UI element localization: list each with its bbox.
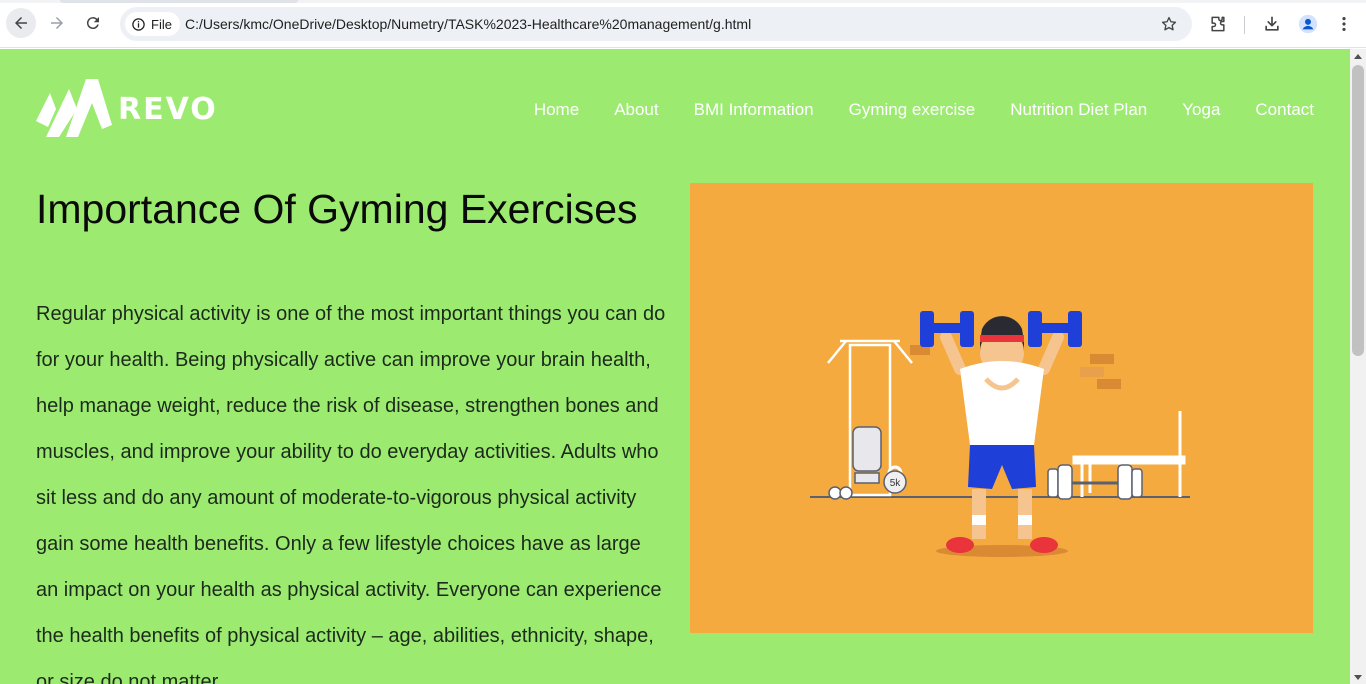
nav-home[interactable]: Home [534, 100, 579, 120]
forward-arrow-icon [51, 17, 63, 29]
nav-gyming-exercise[interactable]: Gyming exercise [849, 100, 976, 120]
profile-icon [1298, 14, 1318, 34]
info-icon [132, 17, 145, 31]
nav-yoga[interactable]: Yoga [1182, 100, 1220, 120]
vertical-scrollbar[interactable] [1350, 49, 1366, 684]
active-tab-edge[interactable] [60, 0, 298, 3]
logo-text: REVO [118, 91, 218, 127]
hero-illustration: 5k [690, 183, 1313, 633]
reload-icon [86, 17, 99, 30]
nav-bmi-information[interactable]: BMI Information [694, 100, 814, 120]
downloads-button[interactable] [1260, 12, 1284, 36]
scroll-down-arrow-icon[interactable] [1354, 675, 1362, 680]
site-info-chip[interactable]: File [125, 12, 180, 36]
weightlifter-illustration: 5k [810, 311, 1190, 557]
page-title: Importance Of Gyming Exercises [36, 186, 638, 232]
address-bar[interactable]: File C:/Users/kmc/OneDrive/Desktop/Numet… [120, 7, 1192, 41]
back-arrow-icon [15, 17, 27, 29]
nav-nutrition-diet-plan[interactable]: Nutrition Diet Plan [1010, 100, 1147, 120]
kebab-menu-icon [1342, 17, 1346, 31]
intro-paragraph: Regular physical activity is one of the … [36, 303, 666, 684]
extensions-icon [1211, 16, 1225, 32]
scroll-up-arrow-icon[interactable] [1354, 54, 1362, 59]
reload-button[interactable] [78, 8, 108, 38]
page-viewport: REVO Home About BMI Information Gyming e… [0, 49, 1350, 684]
nav-contact[interactable]: Contact [1255, 100, 1314, 120]
site-info-label: File [151, 16, 172, 32]
forward-button[interactable] [42, 8, 72, 38]
toolbar-divider [1244, 16, 1245, 34]
url-text[interactable]: C:/Users/kmc/OneDrive/Desktop/Numetry/TA… [185, 16, 751, 32]
tab-strip [0, 0, 1366, 3]
browser-toolbar: File C:/Users/kmc/OneDrive/Desktop/Numet… [0, 0, 1366, 48]
scrollbar-thumb[interactable] [1352, 65, 1364, 356]
nav-about[interactable]: About [614, 100, 658, 120]
browser-menu-button[interactable] [1332, 12, 1356, 36]
site-logo[interactable]: REVO [36, 79, 218, 139]
profile-button[interactable] [1296, 12, 1320, 36]
revo-logo-icon [36, 79, 112, 137]
star-icon[interactable] [1160, 15, 1178, 33]
kettlebell-label: 5k [890, 478, 902, 489]
download-icon [1265, 16, 1279, 31]
extensions-button[interactable] [1206, 12, 1230, 36]
back-button[interactable] [6, 8, 36, 38]
main-nav: Home About BMI Information Gyming exerci… [534, 100, 1314, 120]
